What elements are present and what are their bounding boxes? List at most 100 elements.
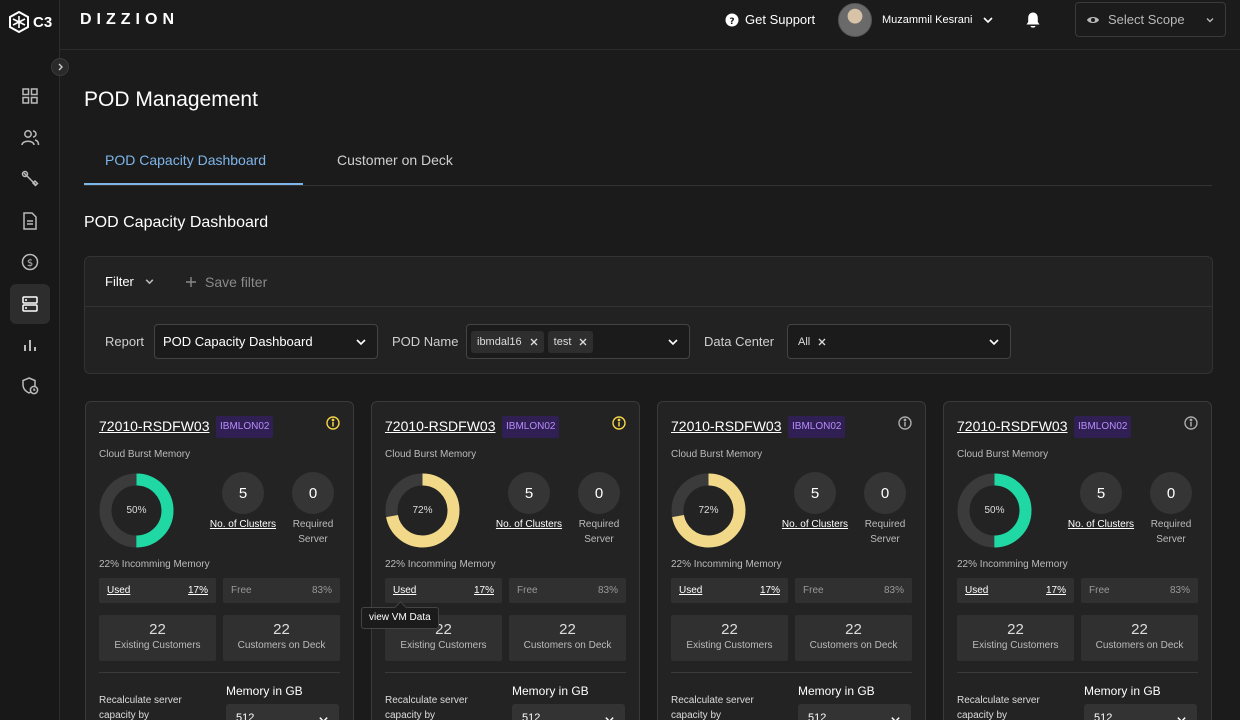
info-icon <box>898 416 912 430</box>
brand-logo[interactable]: DIZZION <box>80 11 179 29</box>
pod-chip: ibmdal16 <box>471 330 544 353</box>
cloud-burst-label: Cloud Burst Memory <box>957 449 1049 460</box>
sidebar-item-dashboard[interactable] <box>10 76 50 116</box>
info-button[interactable] <box>1184 416 1198 435</box>
filter-label: Filter <box>105 274 134 289</box>
get-support-link[interactable]: ? Get Support <box>725 12 815 27</box>
hexagon-logo-icon <box>9 11 29 33</box>
donut-percent-label: 72% <box>412 505 433 516</box>
clusters-link[interactable]: No. of Clusters <box>494 517 564 532</box>
pod-card-title[interactable]: 72010-RSDFW03 <box>957 418 1068 434</box>
existing-customers-count: 22 <box>149 621 166 638</box>
pod-name-select[interactable]: ibmdal16 test <box>466 324 690 359</box>
customers-on-deck-count: 22 <box>1131 621 1148 638</box>
memory-gb-value: 512 <box>808 712 827 720</box>
data-center-badge: IBMLON02 <box>216 416 274 438</box>
memory-gb-select[interactable]: 512 <box>1084 704 1197 720</box>
used-memory-button[interactable]: Used 17% <box>99 578 216 603</box>
avatar <box>838 3 872 37</box>
incoming-memory-label: 22% Incomming Memory <box>671 559 782 570</box>
customers-on-deck-box: 22 Customers on Deck <box>795 615 912 661</box>
free-memory-box: Free 83% <box>1081 578 1198 603</box>
memory-gb-select[interactable]: 512 <box>226 704 339 720</box>
info-button[interactable] <box>612 416 626 435</box>
pod-chip-label: ibmdal16 <box>477 335 522 348</box>
card-divider <box>385 672 626 673</box>
clusters-count: 5 <box>794 472 836 514</box>
close-icon[interactable] <box>579 338 587 346</box>
used-memory-button[interactable]: Used 17% <box>957 578 1074 603</box>
used-memory-button[interactable]: Used 17% <box>671 578 788 603</box>
section-title: POD Capacity Dashboard <box>84 214 269 231</box>
page-title: POD Management <box>84 88 258 111</box>
report-label: Report <box>105 334 145 349</box>
svg-text:?: ? <box>729 17 734 27</box>
sidebar-item-reports[interactable] <box>10 325 50 365</box>
scope-select[interactable]: Select Scope <box>1075 2 1226 37</box>
free-percent: 83% <box>1169 585 1190 596</box>
alert-circle-icon <box>612 416 626 430</box>
sidebar-item-users[interactable] <box>10 118 50 158</box>
bell-icon <box>1026 12 1040 28</box>
clusters-link[interactable]: No. of Clusters <box>208 517 278 532</box>
customers-on-deck-count: 22 <box>273 621 290 638</box>
dollar-icon: $ <box>21 253 39 271</box>
tab-pod-capacity-dashboard[interactable]: POD Capacity Dashboard <box>105 152 266 168</box>
used-label: Used <box>107 585 131 596</box>
required-server-count: 0 <box>292 472 334 514</box>
memory-gb-select[interactable]: 512 <box>798 704 911 720</box>
info-button[interactable] <box>898 416 912 435</box>
close-icon[interactable] <box>818 338 826 346</box>
used-memory-button[interactable]: Used 17% <box>385 578 502 603</box>
memory-gb-value: 512 <box>522 712 541 720</box>
scope-placeholder: Select Scope <box>1108 12 1185 27</box>
pod-card-title[interactable]: 72010-RSDFW03 <box>385 418 496 434</box>
user-menu[interactable]: Muzammil Kesrani <box>838 3 994 37</box>
notifications-button[interactable] <box>1025 11 1041 34</box>
sidebar-item-documents[interactable] <box>10 201 50 241</box>
clusters-link[interactable]: No. of Clusters <box>780 517 850 532</box>
c3-logo[interactable]: C3 <box>8 11 52 33</box>
active-tab-indicator <box>84 183 303 185</box>
chevron-down-icon <box>668 339 678 346</box>
sidebar-item-tools[interactable] <box>10 159 50 199</box>
free-percent: 83% <box>597 585 618 596</box>
filter-toggle[interactable]: Filter <box>105 274 155 289</box>
clusters-count: 5 <box>1080 472 1122 514</box>
used-label: Used <box>965 585 989 596</box>
info-button[interactable] <box>326 416 340 435</box>
donut-percent-label: 72% <box>698 505 719 516</box>
memory-gb-value: 512 <box>236 712 255 720</box>
sidebar-item-security[interactable] <box>10 366 50 406</box>
memory-gb-select[interactable]: 512 <box>512 704 625 720</box>
memory-gb-label: Memory in GB <box>1084 684 1161 698</box>
data-center-select[interactable]: All <box>787 324 1011 359</box>
pod-chip: test <box>547 330 594 353</box>
customers-on-deck-box: 22 Customers on Deck <box>223 615 340 661</box>
required-server-count: 0 <box>1150 472 1192 514</box>
sidebar-item-billing[interactable]: $ <box>10 242 50 282</box>
pod-card-title[interactable]: 72010-RSDFW03 <box>671 418 782 434</box>
sidebar-item-pod-management[interactable] <box>10 284 50 324</box>
sidebar: C3 $ <box>0 0 60 720</box>
customers-on-deck-box: 22 Customers on Deck <box>509 615 626 661</box>
sidebar-expand-button[interactable] <box>51 58 69 76</box>
required-server-label: Required Server <box>578 519 620 545</box>
pod-card-title[interactable]: 72010-RSDFW03 <box>99 418 210 434</box>
free-memory-box: Free 83% <box>223 578 340 603</box>
save-filter-button[interactable]: Save filter <box>185 274 267 290</box>
document-icon <box>23 212 37 230</box>
top-header: DIZZION ? Get Support Muzammil Kesrani S… <box>60 0 1240 50</box>
cloud-burst-label: Cloud Burst Memory <box>99 449 191 460</box>
clusters-link[interactable]: No. of Clusters <box>1066 517 1136 532</box>
free-label: Free <box>517 585 538 596</box>
memory-gb-value: 512 <box>1094 712 1113 720</box>
dc-chip: All <box>792 331 832 353</box>
close-icon[interactable] <box>530 338 538 346</box>
tab-customer-on-deck[interactable]: Customer on Deck <box>337 152 453 168</box>
report-select[interactable]: POD Capacity Dashboard <box>154 324 378 359</box>
incoming-memory-label: 22% Incomming Memory <box>385 559 496 570</box>
card-divider <box>671 672 912 673</box>
used-percent: 17% <box>187 585 208 596</box>
used-percent: 17% <box>473 585 494 596</box>
